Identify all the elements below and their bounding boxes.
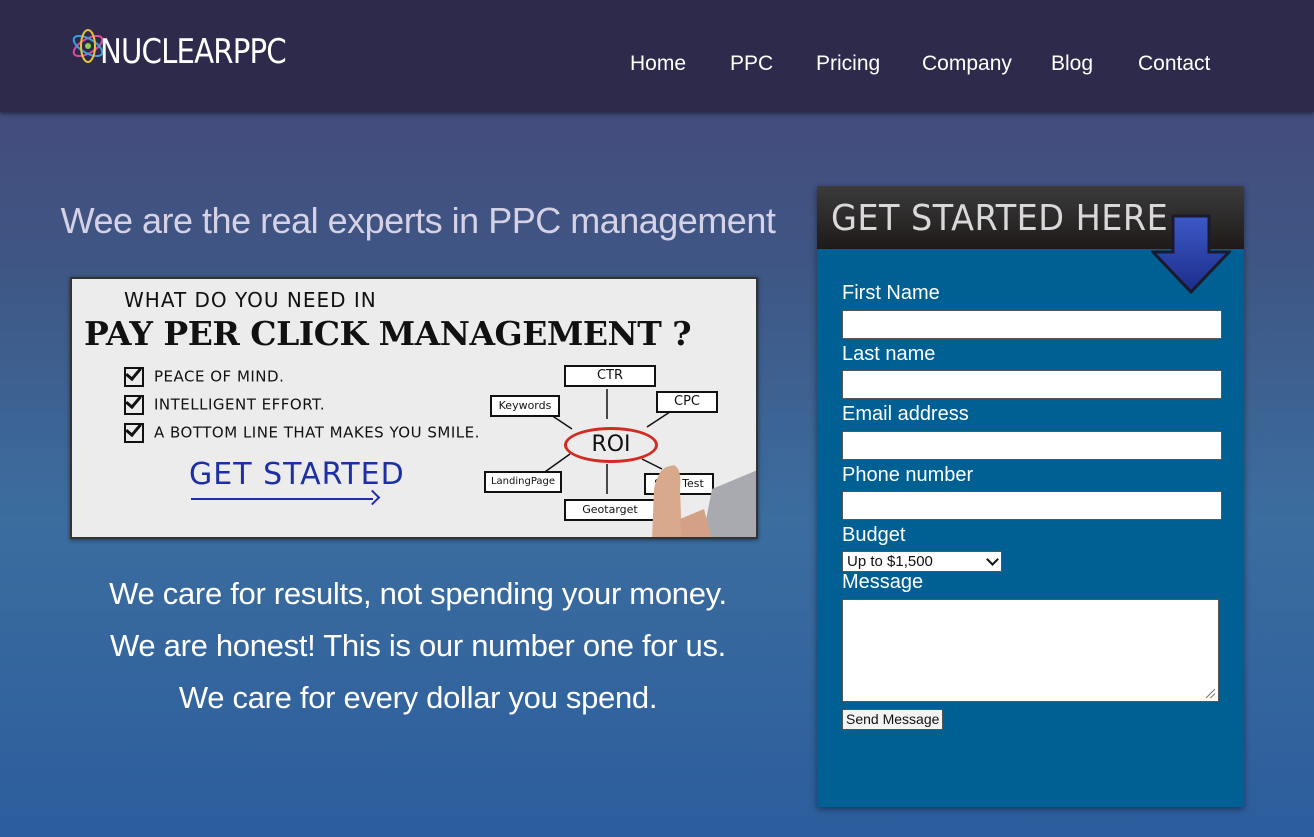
send-message-button[interactable]: Send Message	[842, 709, 944, 730]
nav-blog[interactable]: Blog	[1051, 52, 1093, 76]
first-name-input[interactable]	[842, 310, 1222, 339]
phone-label: Phone number	[842, 464, 974, 486]
email-input[interactable]	[842, 431, 1222, 460]
first-name-label: First Name	[842, 282, 940, 304]
hand-illustration	[652, 465, 756, 537]
diagram-node: LandingPage	[484, 471, 562, 493]
resize-grip-icon[interactable]	[1206, 689, 1215, 698]
down-arrow-icon	[1151, 214, 1231, 295]
nav-contact[interactable]: Contact	[1138, 52, 1210, 76]
diagram-node: CPC	[656, 391, 718, 413]
logo-text: NUCLEARPPC	[100, 32, 287, 72]
get-started-form: GET STARTED HERE First Name Last name Em…	[817, 186, 1244, 807]
nav-home[interactable]: Home	[630, 52, 686, 76]
chevron-down-icon	[986, 553, 999, 566]
site-header: NUCLEARPPC Home PPC Pricing Company Blog…	[0, 0, 1314, 112]
budget-select[interactable]: Up to $1,500	[842, 551, 1002, 572]
nav-company[interactable]: Company	[922, 52, 1012, 76]
phone-input[interactable]	[842, 491, 1222, 520]
diagram-node: Keywords	[490, 395, 560, 417]
tagline-3: We care for every dollar you spend.	[178, 680, 658, 715]
message-textarea[interactable]	[842, 599, 1219, 702]
last-name-label: Last name	[842, 343, 936, 365]
nav-ppc[interactable]: PPC	[730, 52, 773, 76]
tagline-2: We are honest! This is our number one fo…	[109, 628, 726, 663]
last-name-input[interactable]	[842, 370, 1222, 399]
email-label: Email address	[842, 403, 969, 425]
logo[interactable]: NUCLEARPPC	[70, 22, 290, 78]
message-label: Message	[842, 571, 924, 593]
diagram-node: CTR	[564, 365, 656, 387]
form-heading: GET STARTED HERE	[831, 198, 1169, 239]
page-headline: Wee are the real experts in PPC manageme…	[60, 200, 776, 241]
tagline-1: We care for results, not spending your m…	[109, 576, 727, 611]
budget-label: Budget	[842, 524, 906, 546]
hero-banner[interactable]: WHAT DO YOU NEED IN PAY PER CLICK MANAGE…	[70, 277, 758, 539]
nav-pricing[interactable]: Pricing	[816, 52, 880, 76]
